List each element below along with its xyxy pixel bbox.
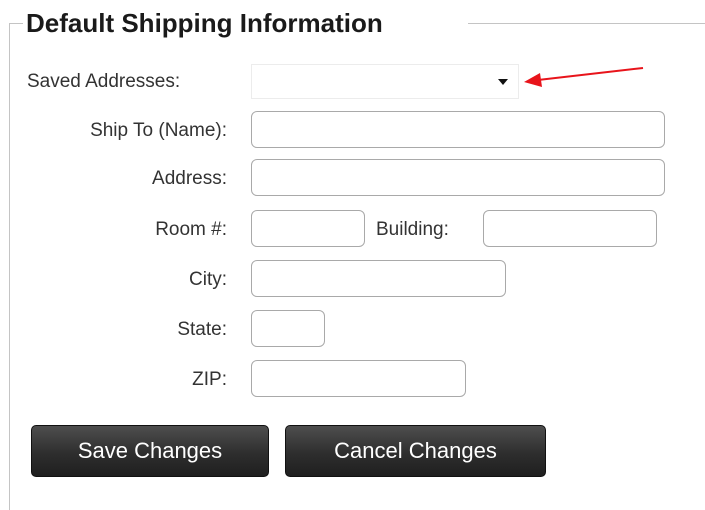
- state-label: State:: [177, 319, 227, 340]
- saved-addresses-label: Saved Addresses:: [27, 71, 181, 92]
- annotation-arrow-head: [524, 73, 542, 87]
- ship-to-input[interactable]: [251, 111, 665, 148]
- annotation-arrow-shaft: [537, 67, 644, 81]
- room-input[interactable]: [251, 210, 365, 247]
- zip-label: ZIP:: [192, 369, 227, 390]
- zip-input[interactable]: [251, 360, 466, 397]
- fieldset-border-left: [9, 23, 10, 510]
- fieldset-border-top-left: [9, 23, 23, 24]
- building-input[interactable]: [483, 210, 657, 247]
- address-input[interactable]: [251, 159, 665, 196]
- state-input[interactable]: [251, 310, 325, 347]
- saved-addresses-select[interactable]: [251, 64, 519, 99]
- city-label: City:: [189, 269, 227, 290]
- room-label: Room #:: [155, 219, 227, 240]
- cancel-changes-button[interactable]: Cancel Changes: [285, 425, 546, 477]
- fieldset-border-top-right: [468, 23, 705, 24]
- save-changes-button[interactable]: Save Changes: [31, 425, 269, 477]
- red-arrow-annotation: [524, 67, 644, 87]
- chevron-down-icon: [498, 79, 508, 85]
- city-input[interactable]: [251, 260, 506, 297]
- section-title: Default Shipping Information: [26, 8, 383, 38]
- building-label: Building:: [376, 219, 449, 240]
- ship-to-label: Ship To (Name):: [90, 120, 227, 141]
- address-label: Address:: [152, 168, 227, 189]
